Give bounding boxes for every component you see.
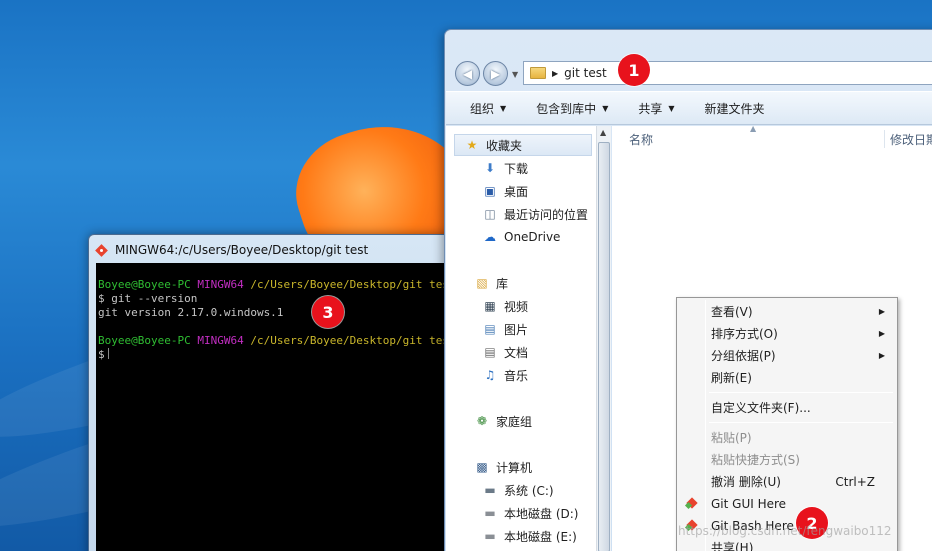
- column-name[interactable]: 名称: [629, 126, 653, 152]
- chevron-down-icon: ▼: [500, 103, 507, 113]
- menu-item-sort-by[interactable]: 排序方式(O) ▶: [679, 323, 895, 344]
- terminal-window[interactable]: MINGW64:/c/Users/Boyee/Desktop/git test …: [88, 234, 460, 551]
- nav-pictures[interactable]: ▤ 图片: [482, 319, 528, 339]
- nav-computer[interactable]: ▩ 计算机: [474, 457, 532, 477]
- terminal-titlebar[interactable]: MINGW64:/c/Users/Boyee/Desktop/git test: [95, 239, 368, 261]
- menu-item-share[interactable]: 共享(H): [679, 537, 895, 551]
- nav-drive-c[interactable]: ▬ 系统 (C:): [482, 480, 553, 500]
- navigation-pane: ★ 收藏夹 ⬇ 下载 ▣ 桌面 ◫ 最近访问的位置 ☁ OneDrive ▧ 库 ▦ 视频 ▤…: [446, 126, 596, 551]
- homegroup-icon: ❁: [476, 414, 488, 428]
- nav-onedrive[interactable]: ☁ OneDrive: [482, 227, 560, 247]
- nav-drive-e[interactable]: ▬ 本地磁盘 (E:): [482, 526, 576, 546]
- forward-button[interactable]: ▶: [483, 61, 508, 86]
- submenu-arrow-icon: ▶: [878, 329, 885, 338]
- menu-item-view[interactable]: 查看(V) ▶: [679, 301, 895, 322]
- git-icon: [685, 496, 699, 510]
- nav-homegroup[interactable]: ❁ 家庭组: [474, 411, 532, 431]
- video-icon: ▦: [484, 299, 496, 313]
- computer-icon: ▩: [476, 460, 488, 474]
- menu-separator: [709, 392, 893, 393]
- step-badge-1: 1: [618, 54, 650, 86]
- nav-music[interactable]: ♫ 音乐: [482, 365, 528, 385]
- step-badge-3: 3: [312, 296, 344, 328]
- back-arrow-icon: ◀: [462, 66, 473, 81]
- prompt-path: /c/Users/Boyee/Desktop/git test: [250, 334, 456, 347]
- back-button[interactable]: ◀: [455, 61, 480, 86]
- watermark-text: https://blog.csdn.net/fengwaibo112: [678, 524, 892, 538]
- git-icon: [95, 244, 108, 257]
- sort-caret-icon: ▲: [750, 124, 757, 133]
- prompt-system: MINGW64: [197, 278, 244, 291]
- context-menu: 查看(V) ▶ 排序方式(O) ▶ 分组依据(P) ▶ 刷新(E) 自定义文件夹(F)…: [676, 297, 898, 551]
- star-icon: ★: [466, 138, 478, 152]
- desktop-icon: ▣: [484, 184, 496, 198]
- shortcut-label: Ctrl+Z: [835, 474, 875, 489]
- text-cursor: [107, 348, 109, 359]
- command-line: $ git --version: [98, 292, 198, 305]
- menu-item-paste: 粘贴(P): [711, 431, 752, 445]
- include-in-library-button[interactable]: 包含到库中 ▼: [536, 100, 608, 117]
- menu-item-git-gui-here[interactable]: Git GUI Here: [679, 493, 895, 514]
- nav-documents[interactable]: ▤ 文档: [482, 342, 528, 362]
- submenu-arrow-icon: ▶: [878, 307, 885, 316]
- scrollbar-thumb[interactable]: [598, 142, 610, 551]
- drive-icon: ▬: [484, 529, 496, 543]
- command-bar: 组织 ▼ 包含到库中 ▼ 共享 ▼ 新建文件夹: [446, 91, 932, 125]
- prompt-user: Boyee@Boyee-PC: [98, 334, 191, 347]
- navigation-scrollbar[interactable]: ▲: [596, 126, 611, 551]
- breadcrumb-chevron-icon[interactable]: ▶: [552, 69, 558, 78]
- library-icon: ▧: [476, 276, 488, 290]
- column-date-modified[interactable]: 修改日期: [890, 126, 932, 152]
- prompt-path: /c/Users/Boyee/Desktop/git test: [250, 278, 456, 291]
- chevron-down-icon: ▼: [668, 103, 675, 113]
- menu-item-paste-shortcut: 粘贴快捷方式(S): [711, 453, 800, 467]
- command-output: git version 2.17.0.windows.1: [98, 306, 284, 319]
- terminal-console[interactable]: Boyee@Boyee-PC MINGW64 /c/Users/Boyee/De…: [96, 263, 456, 551]
- menu-item-customize-folder[interactable]: 自定义文件夹(F)...: [679, 397, 895, 418]
- new-folder-button[interactable]: 新建文件夹: [705, 100, 765, 117]
- terminal-title: MINGW64:/c/Users/Boyee/Desktop/git test: [115, 243, 369, 257]
- chevron-down-icon: ▼: [602, 103, 609, 113]
- share-with-button[interactable]: 共享 ▼: [638, 100, 674, 117]
- prompt-system: MINGW64: [197, 334, 244, 347]
- nav-libraries[interactable]: ▧ 库: [474, 273, 508, 293]
- column-divider[interactable]: [884, 130, 885, 148]
- menu-item-undo-delete[interactable]: 撤消 删除(U) Ctrl+Z: [679, 471, 895, 492]
- breadcrumb-current[interactable]: git test: [564, 66, 607, 80]
- history-dropdown-icon[interactable]: ▼: [512, 70, 518, 79]
- prompt-user: Boyee@Boyee-PC: [98, 278, 191, 291]
- music-icon: ♫: [484, 368, 496, 382]
- nav-favorites[interactable]: ★ 收藏夹: [464, 135, 522, 155]
- system-drive-icon: ▬: [484, 483, 496, 497]
- menu-separator: [709, 422, 893, 423]
- drive-icon: ▬: [484, 506, 496, 520]
- scroll-up-icon[interactable]: ▲: [600, 128, 606, 137]
- prompt-symbol: $: [98, 348, 105, 361]
- address-bar[interactable]: ▶ git test: [523, 61, 932, 85]
- picture-icon: ▤: [484, 322, 496, 336]
- nav-drive-d[interactable]: ▬ 本地磁盘 (D:): [482, 503, 578, 523]
- folder-icon: [530, 67, 546, 79]
- nav-recent-places[interactable]: ◫ 最近访问的位置: [482, 204, 588, 224]
- menu-item-refresh[interactable]: 刷新(E): [679, 367, 895, 388]
- organize-menu-button[interactable]: 组织 ▼: [470, 100, 506, 117]
- nav-desktop[interactable]: ▣ 桌面: [482, 181, 528, 201]
- document-icon: ▤: [484, 345, 496, 359]
- menu-item-group-by[interactable]: 分组依据(P) ▶: [679, 345, 895, 366]
- nav-downloads[interactable]: ⬇ 下载: [482, 158, 528, 178]
- forward-arrow-icon: ▶: [490, 66, 501, 81]
- recent-places-icon: ◫: [484, 207, 496, 221]
- submenu-arrow-icon: ▶: [878, 351, 885, 360]
- download-folder-icon: ⬇: [484, 161, 496, 175]
- cloud-icon: ☁: [484, 230, 496, 244]
- nav-videos[interactable]: ▦ 视频: [482, 296, 528, 316]
